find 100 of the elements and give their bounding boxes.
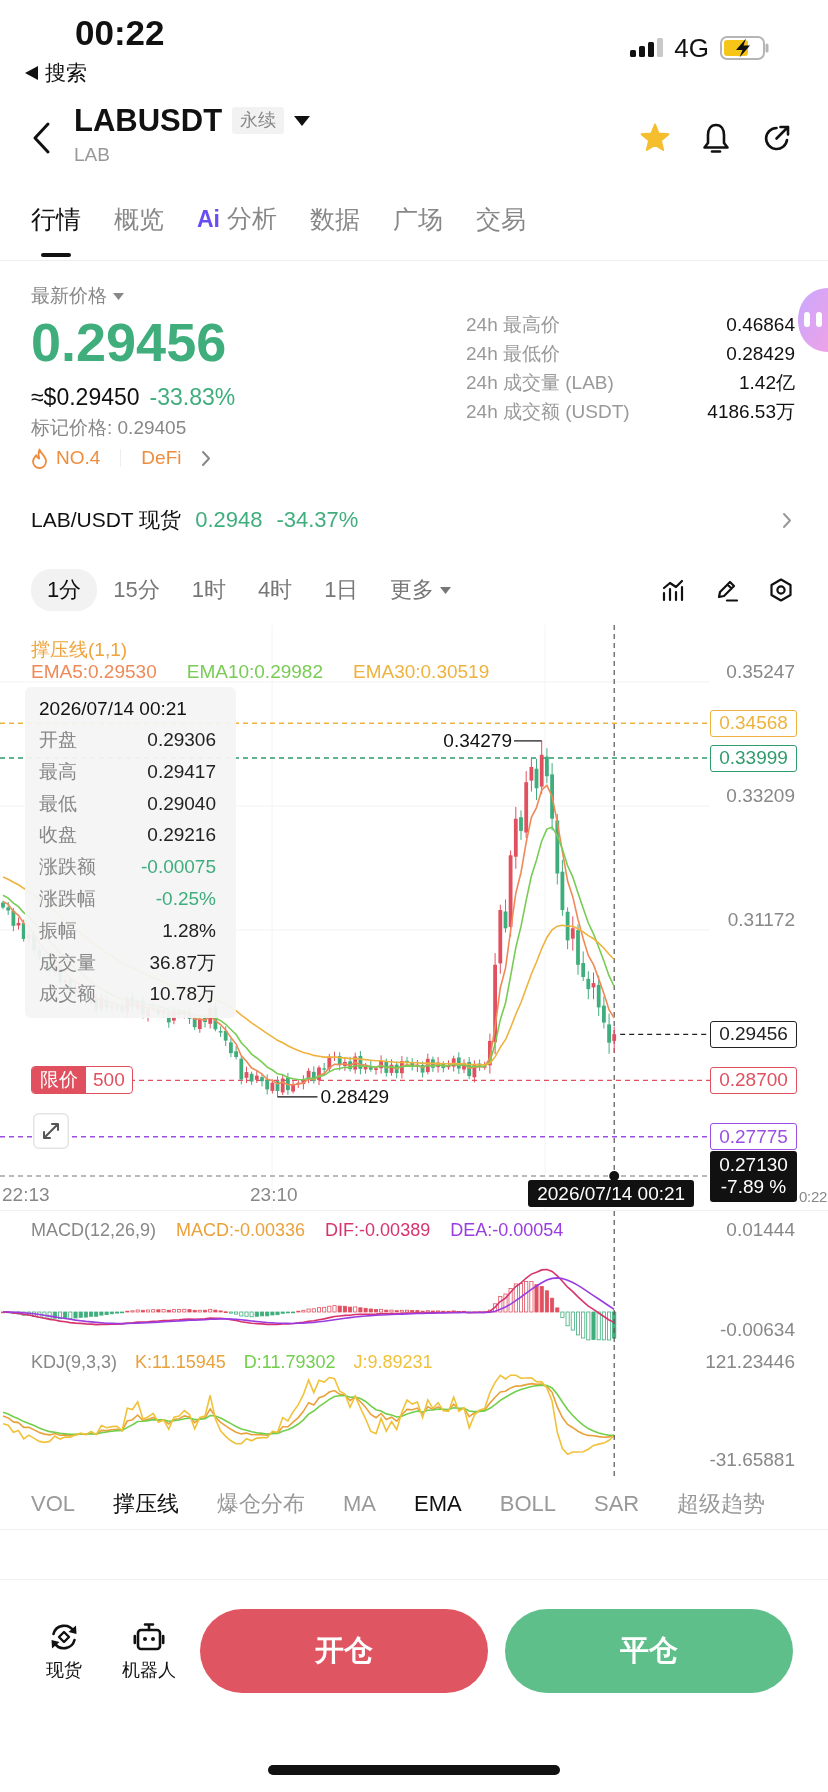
indicator-tab[interactable]: BOLL <box>499 1489 556 1518</box>
tab[interactable]: 概览 <box>114 203 164 260</box>
axis-value-label: -31.65881 <box>709 1449 795 1471</box>
stat-value: 1.42亿 <box>739 370 795 395</box>
axis-value-label: -0.00634 <box>720 1319 795 1341</box>
axis-price-label: 0.31172 <box>727 909 795 931</box>
tooltip-label: 收盘 <box>39 823 77 848</box>
tooltip-value: 1.28% <box>162 918 216 943</box>
ema-legend-label: EMA10:0.29982 <box>186 661 323 683</box>
tooltip-value: 0.29216 <box>147 823 216 848</box>
tooltip-label: 成交量 <box>39 950 96 975</box>
stat-value: 4186.53万 <box>707 399 795 424</box>
network-label: 4G <box>674 32 709 63</box>
crosshair-dot-icon <box>609 1171 620 1181</box>
stat-label: 24h 最低价 <box>466 341 560 366</box>
tooltip-value: -0.00075 <box>141 855 216 880</box>
expand-icon[interactable] <box>33 1113 69 1149</box>
chevron-right-icon[interactable] <box>201 449 212 467</box>
axis-time-label: 0:22 <box>799 1188 827 1206</box>
price-change: -33.83% <box>149 383 236 411</box>
limit-order-tag[interactable]: 限价 500 <box>31 1066 133 1095</box>
tab[interactable]: 行情 <box>31 203 81 260</box>
tooltip-value: 0.29417 <box>147 759 216 784</box>
stat-value: 0.46864 <box>726 313 795 336</box>
star-icon[interactable] <box>640 122 670 153</box>
indicator-value: J:9.89231 <box>353 1351 433 1373</box>
tooltip-label: 最高 <box>39 759 77 784</box>
tooltip-label: 成交额 <box>39 982 96 1007</box>
indicator-tab[interactable]: 爆仓分布 <box>217 1489 306 1518</box>
interval-tab[interactable]: 1日 <box>308 569 375 611</box>
spot-change: -34.37% <box>276 507 359 533</box>
interval-tab[interactable]: 1分 <box>31 569 98 611</box>
close-position-button[interactable]: 平仓 <box>505 1609 793 1693</box>
robot-button[interactable]: 机器人 <box>122 1621 176 1681</box>
indicator-value: D:11.79302 <box>243 1351 336 1373</box>
price-level-label: 0.27775 <box>710 1123 797 1151</box>
high-leader-line <box>513 740 543 742</box>
ema-legend-label: EMA30:0.30519 <box>352 661 490 683</box>
settings-icon[interactable] <box>769 578 793 602</box>
robot-icon <box>133 1621 165 1653</box>
tooltip-value: 36.87万 <box>149 950 216 975</box>
spot-pair-label[interactable]: LAB/USDT 现货 <box>31 506 182 534</box>
tooltip-label: 涨跌幅 <box>39 887 96 911</box>
spot-price: 0.2948 <box>195 507 263 533</box>
indicator-value: MACD:-0.00336 <box>176 1219 306 1241</box>
ema-legend-label: EMA5:0.29530 <box>31 661 157 683</box>
high-price-label: 0.34279 <box>443 729 512 752</box>
interval-tab[interactable]: 15分 <box>97 569 176 611</box>
signal-icon <box>630 38 664 57</box>
axis-value-label: 121.23446 <box>705 1351 795 1373</box>
battery-charging-icon <box>720 35 770 60</box>
sector-label[interactable]: DeFi <box>141 446 182 470</box>
indicator-tab[interactable]: VOL <box>31 1489 76 1518</box>
spot-button[interactable]: 现货 <box>46 1621 82 1681</box>
tooltip-label: 振幅 <box>39 918 77 943</box>
chevron-right-icon[interactable] <box>782 511 792 529</box>
tooltip-label: 开盘 <box>39 728 77 752</box>
axis-price-label: 0.35247 <box>726 661 795 683</box>
interval-tab[interactable]: 更多 <box>374 569 468 611</box>
mark-price: 标记价格: 0.29405 <box>31 416 187 440</box>
bell-icon[interactable] <box>702 121 730 154</box>
pencil-icon[interactable] <box>715 578 739 602</box>
back-triangle-icon[interactable] <box>25 66 38 80</box>
indicator-tab[interactable]: EMA <box>414 1489 462 1518</box>
indicator-tab[interactable]: MA <box>343 1489 377 1518</box>
status-time: 00:22 <box>75 12 165 54</box>
crosshair-time-label: 2026/07/14 00:21 <box>528 1180 695 1207</box>
tooltip-label: 涨跌额 <box>39 855 96 880</box>
indicator-tab[interactable]: SAR <box>594 1489 640 1518</box>
indicator-chart-icon[interactable] <box>661 578 685 602</box>
tab[interactable]: 广场 <box>392 203 443 260</box>
stat-value: 0.28429 <box>726 342 795 365</box>
price-level-label: 0.29456 <box>710 1020 797 1048</box>
indicator-tab[interactable]: 撑压线 <box>113 1489 180 1518</box>
open-position-button[interactable]: 开仓 <box>200 1609 488 1693</box>
base-asset-label: LAB <box>74 142 110 167</box>
stat-label: 24h 成交量 (LAB) <box>466 370 614 395</box>
tooltip-label: 最低 <box>39 791 77 816</box>
price-title[interactable]: 最新价格 <box>31 284 107 308</box>
tab[interactable]: 数据 <box>309 203 360 260</box>
usd-price: ≈$0.29450 <box>31 383 140 411</box>
indicator-tab[interactable]: 超级趋势 <box>677 1489 766 1518</box>
tab[interactable]: Ai 分析 <box>197 202 277 260</box>
axis-time-label: 22:13 <box>2 1184 50 1206</box>
indicator-value: K:11.15945 <box>135 1351 226 1373</box>
tooltip-value: 10.78万 <box>149 982 216 1007</box>
tooltip-value: 0.29040 <box>147 791 216 816</box>
rank-label[interactable]: NO.4 <box>56 446 101 470</box>
dropdown-caret-icon[interactable] <box>294 115 311 126</box>
indicator-label: 撑压线(1,1) <box>31 639 128 661</box>
crosshair-price-label: 0.27130 -7.89 % <box>710 1151 797 1202</box>
axis-value-label: 0.01444 <box>726 1219 795 1241</box>
flame-icon <box>31 447 48 469</box>
tab[interactable]: 交易 <box>475 203 526 260</box>
low-price-label: 0.28429 <box>320 1085 390 1108</box>
indicator-title: KDJ(9,3,3) <box>31 1351 118 1373</box>
back-app-label[interactable]: 搜索 <box>45 61 87 85</box>
interval-tab[interactable]: 4时 <box>242 569 309 611</box>
indicator-value: DIF:-0.00389 <box>325 1219 431 1241</box>
interval-tab[interactable]: 1时 <box>175 569 242 611</box>
